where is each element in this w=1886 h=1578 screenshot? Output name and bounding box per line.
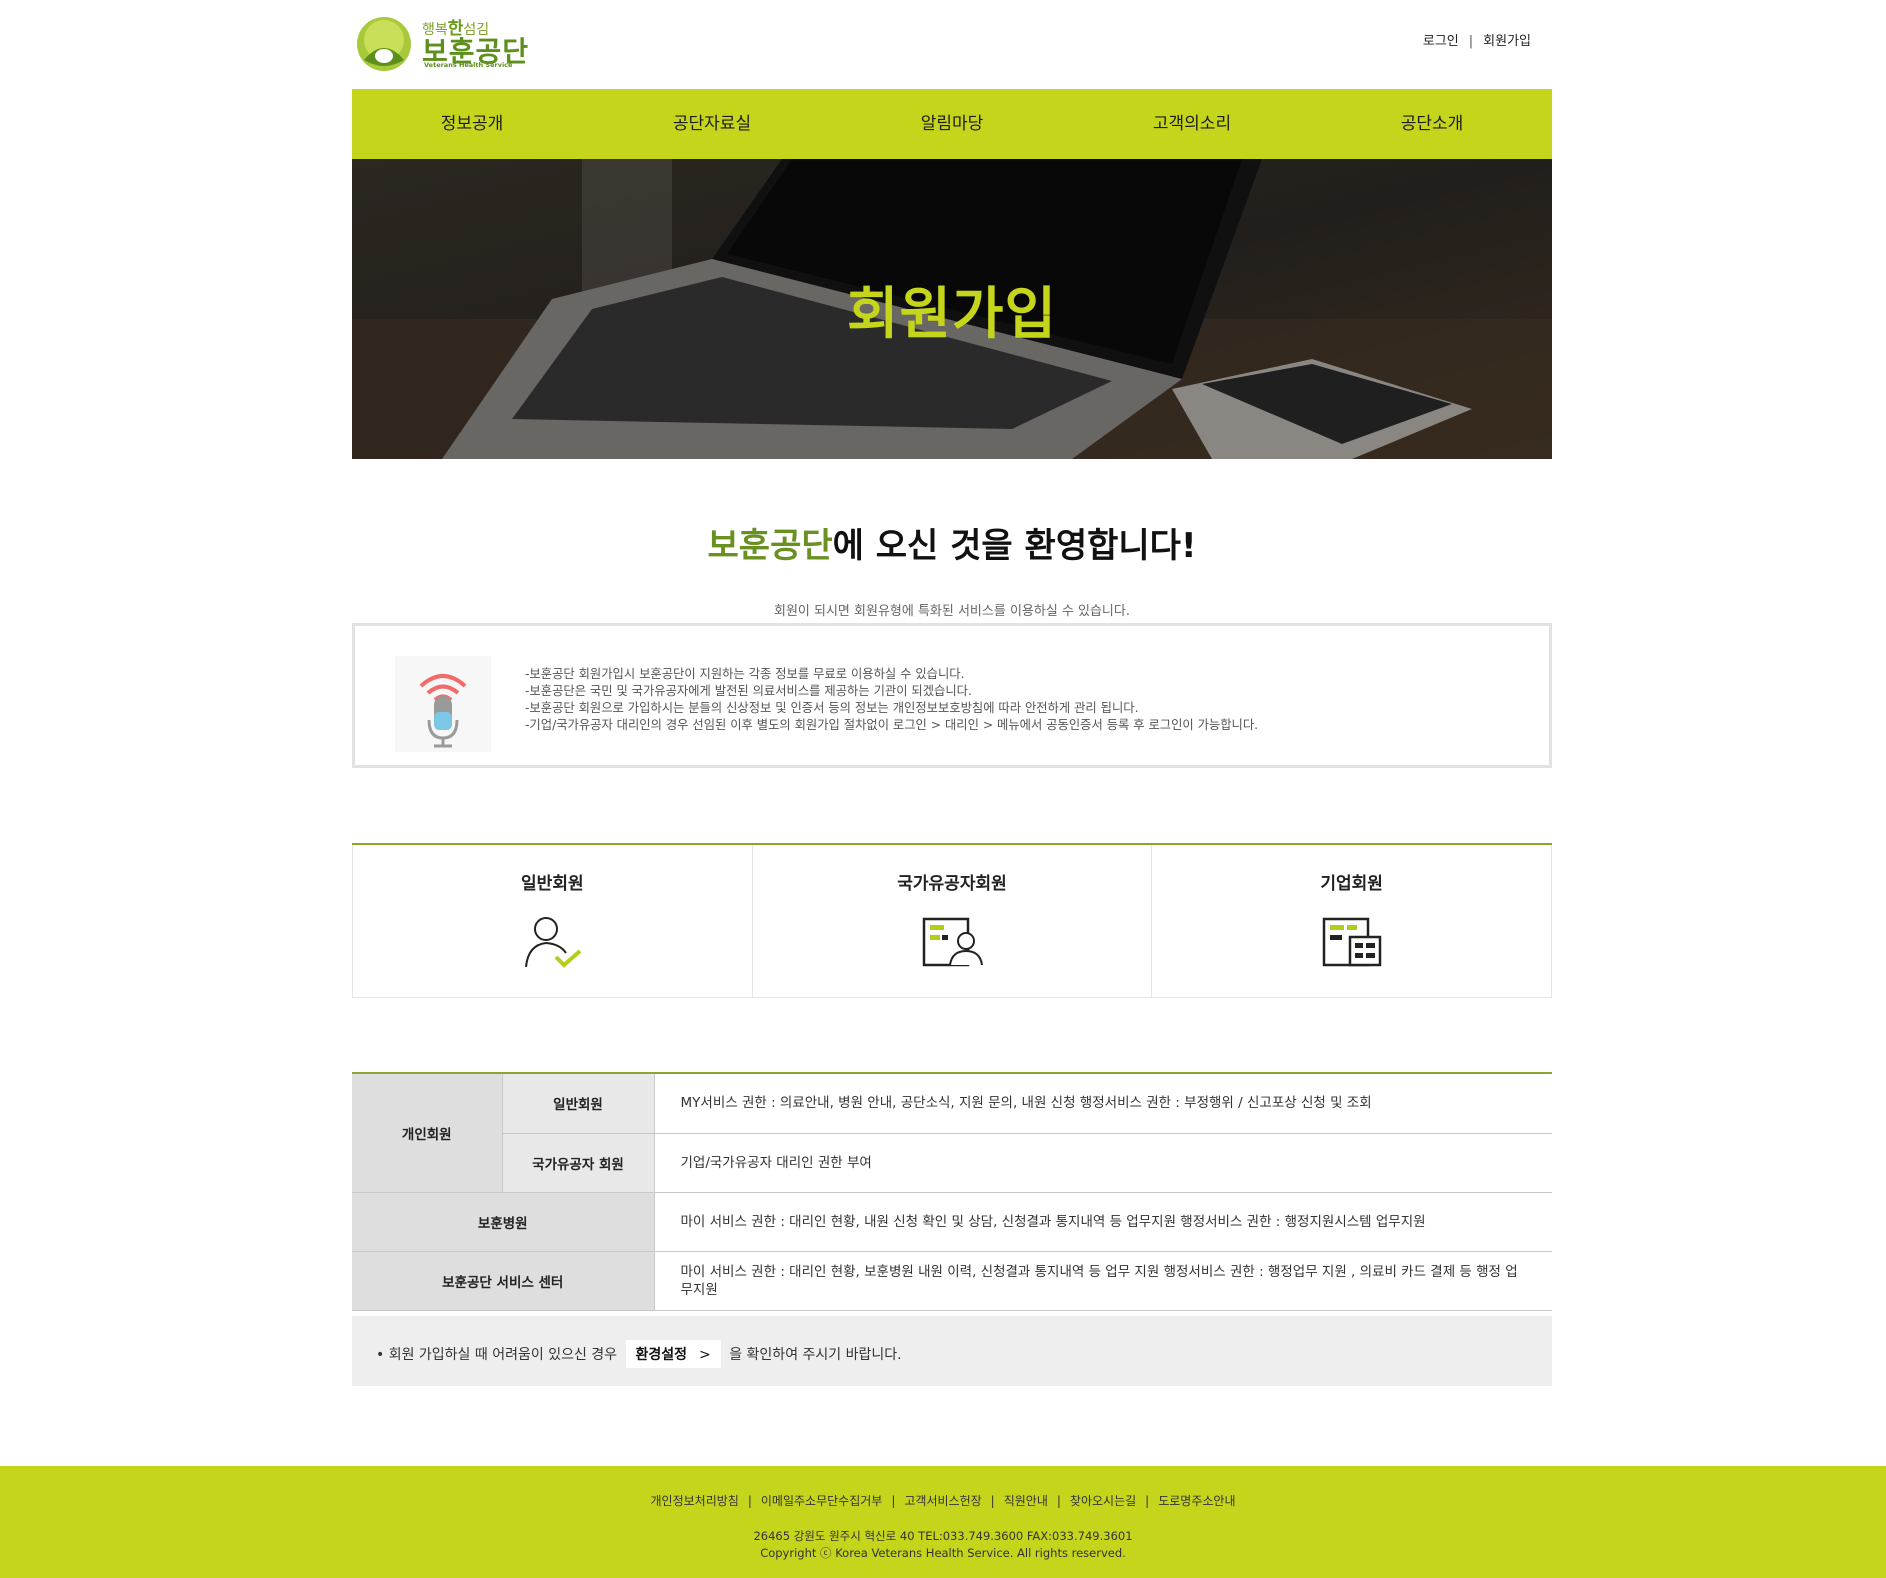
notice-line: -보훈공단 회원으로 가입하시는 분들의 신상정보 및 인증서 등의 정보는 개… (525, 701, 1139, 715)
nav-item-customer-voice[interactable]: 고객의소리 (1072, 89, 1312, 159)
notice-line: -보훈공단은 국민 및 국가유공자에게 발전된 의료서비스를 제공하는 기관이 … (525, 684, 972, 698)
row-header: 국가유공자 회원 (502, 1133, 655, 1193)
nav-item-about[interactable]: 공단소개 (1312, 89, 1552, 159)
footer-link-staff[interactable]: 직원안내 (1004, 1494, 1048, 1508)
help-text-prefix: • 회원 가입하실 때 어려움이 있으신 경우 (376, 1347, 618, 1363)
footer-link-directions[interactable]: 찾아오시는길 (1070, 1494, 1136, 1508)
table-row: 보훈공단 서비스 센터 마이 서비스 권한 : 대리인 현황, 보훈병원 내원 … (352, 1251, 1552, 1311)
group-header: 개인회원 (352, 1074, 503, 1193)
member-type-label: 국가유공자회원 (897, 874, 1007, 894)
hero-banner: 회원가입 (352, 159, 1552, 459)
signup-link[interactable]: 회원가입 (1483, 34, 1531, 49)
welcome-subtitle: 회원이 되시면 회원유형에 특화된 서비스를 이용하실 수 있습니다. (774, 604, 1130, 619)
member-type-label: 일반회원 (521, 874, 584, 894)
logo-mark-icon (357, 17, 411, 71)
footer-address-block: 26465 강원도 원주시 혁신로 40 TEL:033.749.3600 FA… (0, 1528, 1886, 1562)
table-row: 보훈병원 마이 서비스 권한 : 대리인 현황, 내원 신청 확인 및 상담, … (352, 1192, 1552, 1252)
member-type-general[interactable]: 일반회원 (352, 845, 753, 998)
page-title: 회원가입 (846, 282, 1058, 347)
top-links: 로그인 | 회원가입 (1423, 30, 1531, 49)
row-description: 기업/국가유공자 대리인 권한 부여 (654, 1133, 1552, 1193)
footer-address: 26465 강원도 원주시 혁신로 40 TEL:033.749.3600 FA… (753, 1529, 1133, 1543)
company-card-icon (1322, 917, 1381, 967)
row-description: MY서비스 권한 : 의료안내, 병원 안내, 공단소식, 지원 문의, 내원 … (654, 1074, 1552, 1134)
footer-link-service-charter[interactable]: 고객서비스헌장 (904, 1494, 981, 1508)
member-type-selector: 일반회원 국가유공자회원 기업회원 (352, 843, 1553, 998)
logo-english-name: Veterans Health Service (424, 61, 513, 69)
footer: 개인정보처리방침 | 이메일주소무단수집거부 | 고객서비스헌장 | 직원안내 | 찾아오시는길… (0, 1466, 1886, 1578)
table-row: 개인회원 일반회원 MY서비스 권한 : 의료안내, 병원 안내, 공단소식, … (352, 1074, 1552, 1193)
member-type-label: 기업회원 (1320, 874, 1383, 894)
footer-link-email-policy[interactable]: 이메일주소무단수집거부 (761, 1494, 882, 1508)
microphone-icon (395, 656, 491, 752)
row-description: 마이 서비스 권한 : 대리인 현황, 보훈병원 내원 이력, 신청결과 통지내… (654, 1251, 1552, 1311)
member-type-veteran[interactable]: 국가유공자회원 (752, 845, 1153, 998)
help-bar: • 회원 가입하실 때 어려움이 있으신 경우 환경설정 > 을 확인하여 주시기… (352, 1316, 1552, 1386)
nav-item-info-disclosure[interactable]: 정보공개 (352, 89, 592, 159)
row-description: 마이 서비스 권한 : 대리인 현황, 내원 신청 확인 및 상담, 신청결과 … (654, 1192, 1552, 1252)
welcome-heading: 보훈공단에 오신 것을 환영합니다! (352, 518, 1552, 567)
footer-copyright: Copyright ⓒ Korea Veterans Health Servic… (760, 1546, 1126, 1560)
person-check-icon (525, 917, 582, 968)
row-header: 보훈공단 서비스 센터 (352, 1251, 655, 1311)
settings-button[interactable]: 환경설정 > (625, 1340, 721, 1368)
nav-item-archive[interactable]: 공단자료실 (592, 89, 832, 159)
welcome-highlight: 보훈공단 (707, 526, 833, 566)
footer-links: 개인정보처리방침 | 이메일주소무단수집거부 | 고객서비스헌장 | 직원안내 | 찾아오시는길… (650, 1494, 1236, 1508)
row-header: 보훈병원 (352, 1192, 655, 1252)
notice-line: -보훈공단 회원가입시 보훈공단이 지원하는 각종 정보를 무료로 이용하실 수… (525, 667, 965, 681)
separator: | (1468, 34, 1474, 49)
notice-line: -기업/국가유공자 대리인의 경우 선임된 이후 별도의 회원가입 절차없이 로… (525, 718, 1259, 732)
member-type-company[interactable]: 기업회원 (1152, 845, 1553, 998)
main-nav: 정보공개 공단자료실 알림마당 고객의소리 공단소개 (352, 89, 1552, 159)
permission-table: 개인회원 일반회원 MY서비스 권한 : 의료안내, 병원 안내, 공단소식, … (352, 1072, 1552, 1311)
login-link[interactable]: 로그인 (1423, 34, 1459, 49)
footer-link-privacy[interactable]: 개인정보처리방침 (651, 1494, 739, 1508)
notice-box: -보훈공단 회원가입시 보훈공단이 지원하는 각종 정보를 무료로 이용하실 수… (352, 623, 1552, 768)
chevron-right-icon: > (699, 1347, 711, 1363)
nav-item-notice[interactable]: 알림마당 (832, 89, 1072, 159)
table-row: 국가유공자 회원 기업/국가유공자 대리인 권한 부여 (352, 1133, 1552, 1193)
notice-list: -보훈공단 회원가입시 보훈공단이 지원하는 각종 정보를 무료로 이용하실 수… (525, 666, 1258, 734)
row-header: 일반회원 (502, 1074, 655, 1134)
footer-link-road-address[interactable]: 도로명주소안내 (1158, 1494, 1235, 1508)
logo[interactable]: 행복한섬김 보훈공단 Veterans Health Service (354, 14, 528, 71)
person-card-icon (922, 917, 983, 967)
help-text-suffix: 을 확인하여 주시기 바랍니다. (729, 1347, 902, 1363)
welcome-text: 에 오신 것을 환영합니다! (832, 526, 1197, 566)
